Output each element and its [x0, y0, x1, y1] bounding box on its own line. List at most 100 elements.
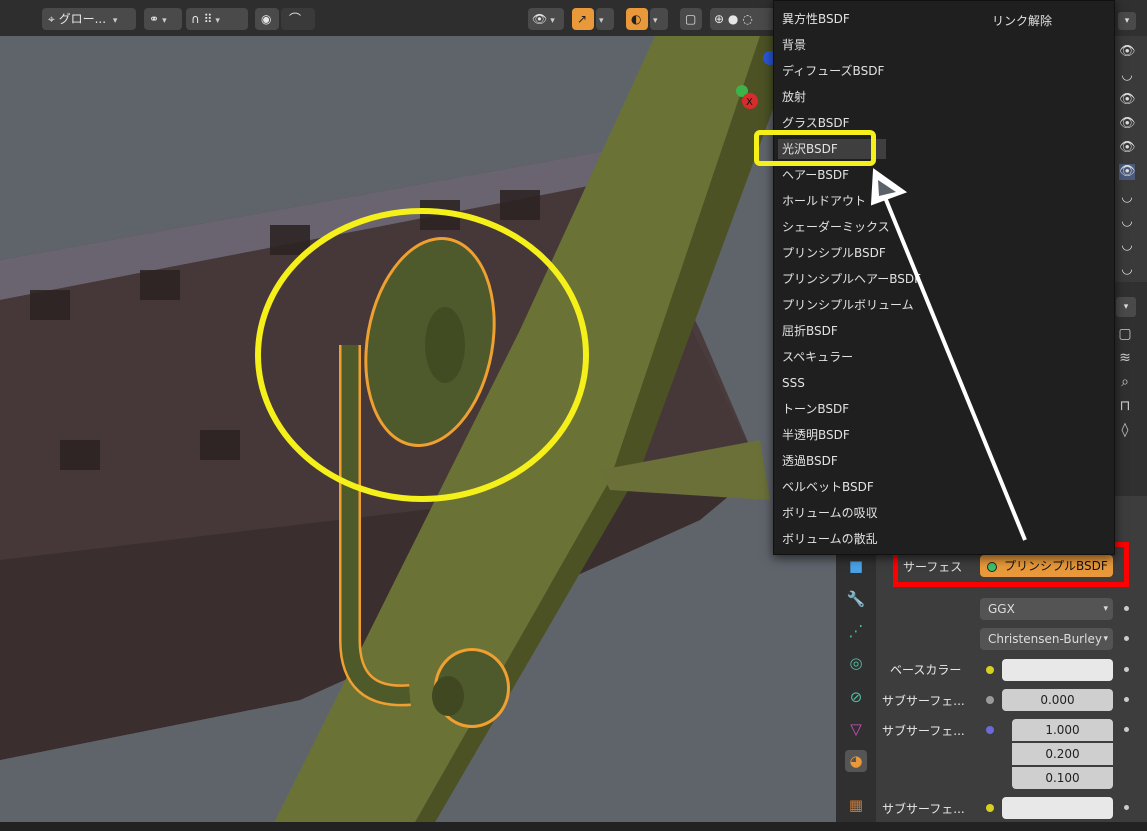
subsurface-method-dropdown[interactable]: Christensen-Burley ▾	[980, 628, 1113, 650]
gizmo-icon: ↗	[577, 12, 588, 26]
snap-dropdown[interactable]: ∩ ⠿ ▾	[186, 8, 248, 30]
shader-menu-item[interactable]: トーンBSDF	[782, 399, 849, 419]
eye-icon: 👁	[532, 12, 548, 26]
gizmo-toggle[interactable]: ↗	[572, 8, 594, 30]
constraints-icon[interactable]: ⊘	[845, 686, 867, 708]
chevron-down-icon: ▾	[550, 16, 555, 26]
shading-modes[interactable]: ⊕ ● ◌	[710, 8, 776, 30]
subsurface-radius-y[interactable]: 0.200	[1012, 743, 1113, 765]
filter-dropdown[interactable]: ▾	[1118, 12, 1136, 30]
shader-menu-item[interactable]: 異方性BSDF	[782, 9, 850, 29]
shader-menu-item[interactable]: 透過BSDF	[782, 451, 838, 471]
visibility-dropdown[interactable]: 👁 ▾	[528, 8, 564, 30]
annotation-arrow	[870, 168, 1027, 541]
shader-menu-item[interactable]: 半透明BSDF	[782, 425, 850, 445]
shader-menu-item[interactable]: SSS	[782, 373, 805, 393]
chevron-down-icon: ▾	[1123, 302, 1129, 312]
shader-menu-item[interactable]: ヘアーBSDF	[782, 165, 849, 185]
visibility-eye-icon[interactable]: ◡	[1119, 238, 1135, 254]
physics-icon[interactable]: ◎	[845, 652, 867, 674]
particles-icon[interactable]: ⋰	[845, 620, 867, 642]
shader-menu-item[interactable]: ホールドアウト	[782, 191, 866, 211]
falloff-button[interactable]: ⌒	[281, 8, 315, 30]
annotation-yellow-box	[754, 130, 876, 166]
vector-socket-icon	[986, 726, 994, 734]
chevron-down-icon: ▾	[1124, 16, 1130, 26]
overlays-dropdown[interactable]: ▾	[650, 8, 668, 30]
shader-menu-item[interactable]: 背景	[782, 35, 806, 55]
proportional-icon: ◉	[261, 12, 272, 26]
subsurface-color-swatch[interactable]	[1002, 797, 1113, 819]
shader-menu-item[interactable]: スペキュラー	[782, 347, 853, 367]
base-color-swatch[interactable]	[1002, 659, 1113, 681]
subsurface-color-label: サブサーフェ...	[882, 802, 965, 816]
float-socket-icon	[986, 696, 994, 704]
subsurface-method-value: Christensen-Burley	[988, 632, 1102, 646]
shader-menu-item[interactable]: ディフューズBSDF	[782, 61, 884, 81]
visibility-eye-icon[interactable]: 👁	[1119, 140, 1136, 156]
material-tab-icon[interactable]: ◕	[845, 750, 867, 772]
visibility-eye-icon[interactable]: 👁	[1119, 44, 1136, 60]
keyframe-dot[interactable]	[1124, 606, 1129, 611]
object-tab-icon[interactable]: ■	[845, 555, 867, 577]
overlays-icon: ◐	[631, 12, 642, 26]
wrench-icon[interactable]: 🔧	[845, 588, 867, 610]
xray-icon: ▢	[685, 12, 697, 26]
wireframe-icon: ⊕	[714, 12, 725, 26]
visibility-eye-icon[interactable]: ◡	[1119, 262, 1135, 278]
color-socket-icon	[986, 804, 994, 812]
chevron-down-icon: ▾	[1103, 604, 1108, 614]
texture-icon[interactable]: ▦	[845, 794, 867, 816]
distribution-dropdown[interactable]: GGX ▾	[980, 598, 1113, 620]
wave-icon[interactable]: ≋	[1113, 346, 1137, 370]
solid-icon: ●	[727, 12, 739, 26]
pivot-icon: ⚭	[149, 12, 160, 26]
visibility-eye-icon[interactable]: 👁	[1119, 92, 1136, 108]
chevron-down-icon: ▾	[215, 16, 220, 26]
color-socket-icon	[986, 666, 994, 674]
keyframe-dot[interactable]	[1124, 727, 1129, 732]
base-color-label: ベースカラー	[890, 663, 962, 677]
cube-icon[interactable]: ▢	[1113, 322, 1137, 346]
keyframe-dot[interactable]	[1124, 636, 1129, 641]
overlays-toggle[interactable]: ◐	[626, 8, 648, 30]
keyframe-dot[interactable]	[1124, 667, 1129, 672]
visibility-eye-icon[interactable]: 👁	[1119, 164, 1136, 180]
chevron-down-icon: ▾	[599, 16, 604, 26]
falloff-icon: ⌒	[289, 12, 302, 26]
snap-icon: ∩ ⠿	[191, 12, 213, 26]
subsurface-radius-x[interactable]: 1.000	[1012, 719, 1113, 741]
orientation-icon: ⌖	[48, 12, 55, 26]
visibility-eye-icon[interactable]: ◡	[1119, 214, 1135, 230]
shirt-icon[interactable]: ⊓	[1113, 394, 1137, 418]
data-icon[interactable]: ▽	[845, 718, 867, 740]
chevron-down-icon: ▾	[162, 16, 167, 26]
pivot-point-dropdown[interactable]: ⚭ ▾	[144, 8, 182, 30]
gizmo-dropdown[interactable]: ▾	[596, 8, 614, 30]
tool-icons[interactable]: ▢ ≋ ⌕ ⊓ ◊	[1113, 322, 1137, 442]
search-icon[interactable]: ⌕	[1113, 370, 1137, 394]
status-bar	[0, 822, 1147, 831]
transform-orientation-label: グロー...	[58, 12, 107, 26]
properties-dropdown[interactable]: ▾	[1116, 297, 1136, 317]
drop-icon[interactable]: ◊	[1113, 418, 1137, 442]
proportional-edit-button[interactable]: ◉	[255, 8, 279, 30]
xray-toggle[interactable]: ▢	[680, 8, 702, 30]
visibility-eye-icon[interactable]: ◡	[1119, 190, 1135, 206]
3d-viewport[interactable]: X	[0, 0, 836, 831]
subsurface-label: サブサーフェ...	[882, 694, 965, 708]
material-icon: ◌	[742, 12, 753, 26]
unlink-menu-item[interactable]: リンク解除	[992, 11, 1052, 31]
shader-menu-item[interactable]: 放射	[782, 87, 806, 107]
keyframe-dot[interactable]	[1124, 805, 1129, 810]
chevron-down-icon: ▾	[1103, 634, 1108, 644]
subsurface-radius-z[interactable]: 0.100	[1012, 767, 1113, 789]
chevron-down-icon: ▾	[112, 16, 118, 26]
keyframe-dot[interactable]	[1124, 697, 1129, 702]
subsurface-value-field[interactable]: 0.000	[1002, 689, 1113, 711]
transform-orientation-dropdown[interactable]: ⌖ グロー... ▾	[42, 8, 136, 30]
visibility-eye-icon[interactable]: ◡	[1119, 68, 1135, 84]
chevron-down-icon: ▾	[653, 16, 658, 26]
visibility-eye-icon[interactable]: 👁	[1119, 116, 1136, 132]
shader-menu-item[interactable]: 屈折BSDF	[782, 321, 838, 341]
